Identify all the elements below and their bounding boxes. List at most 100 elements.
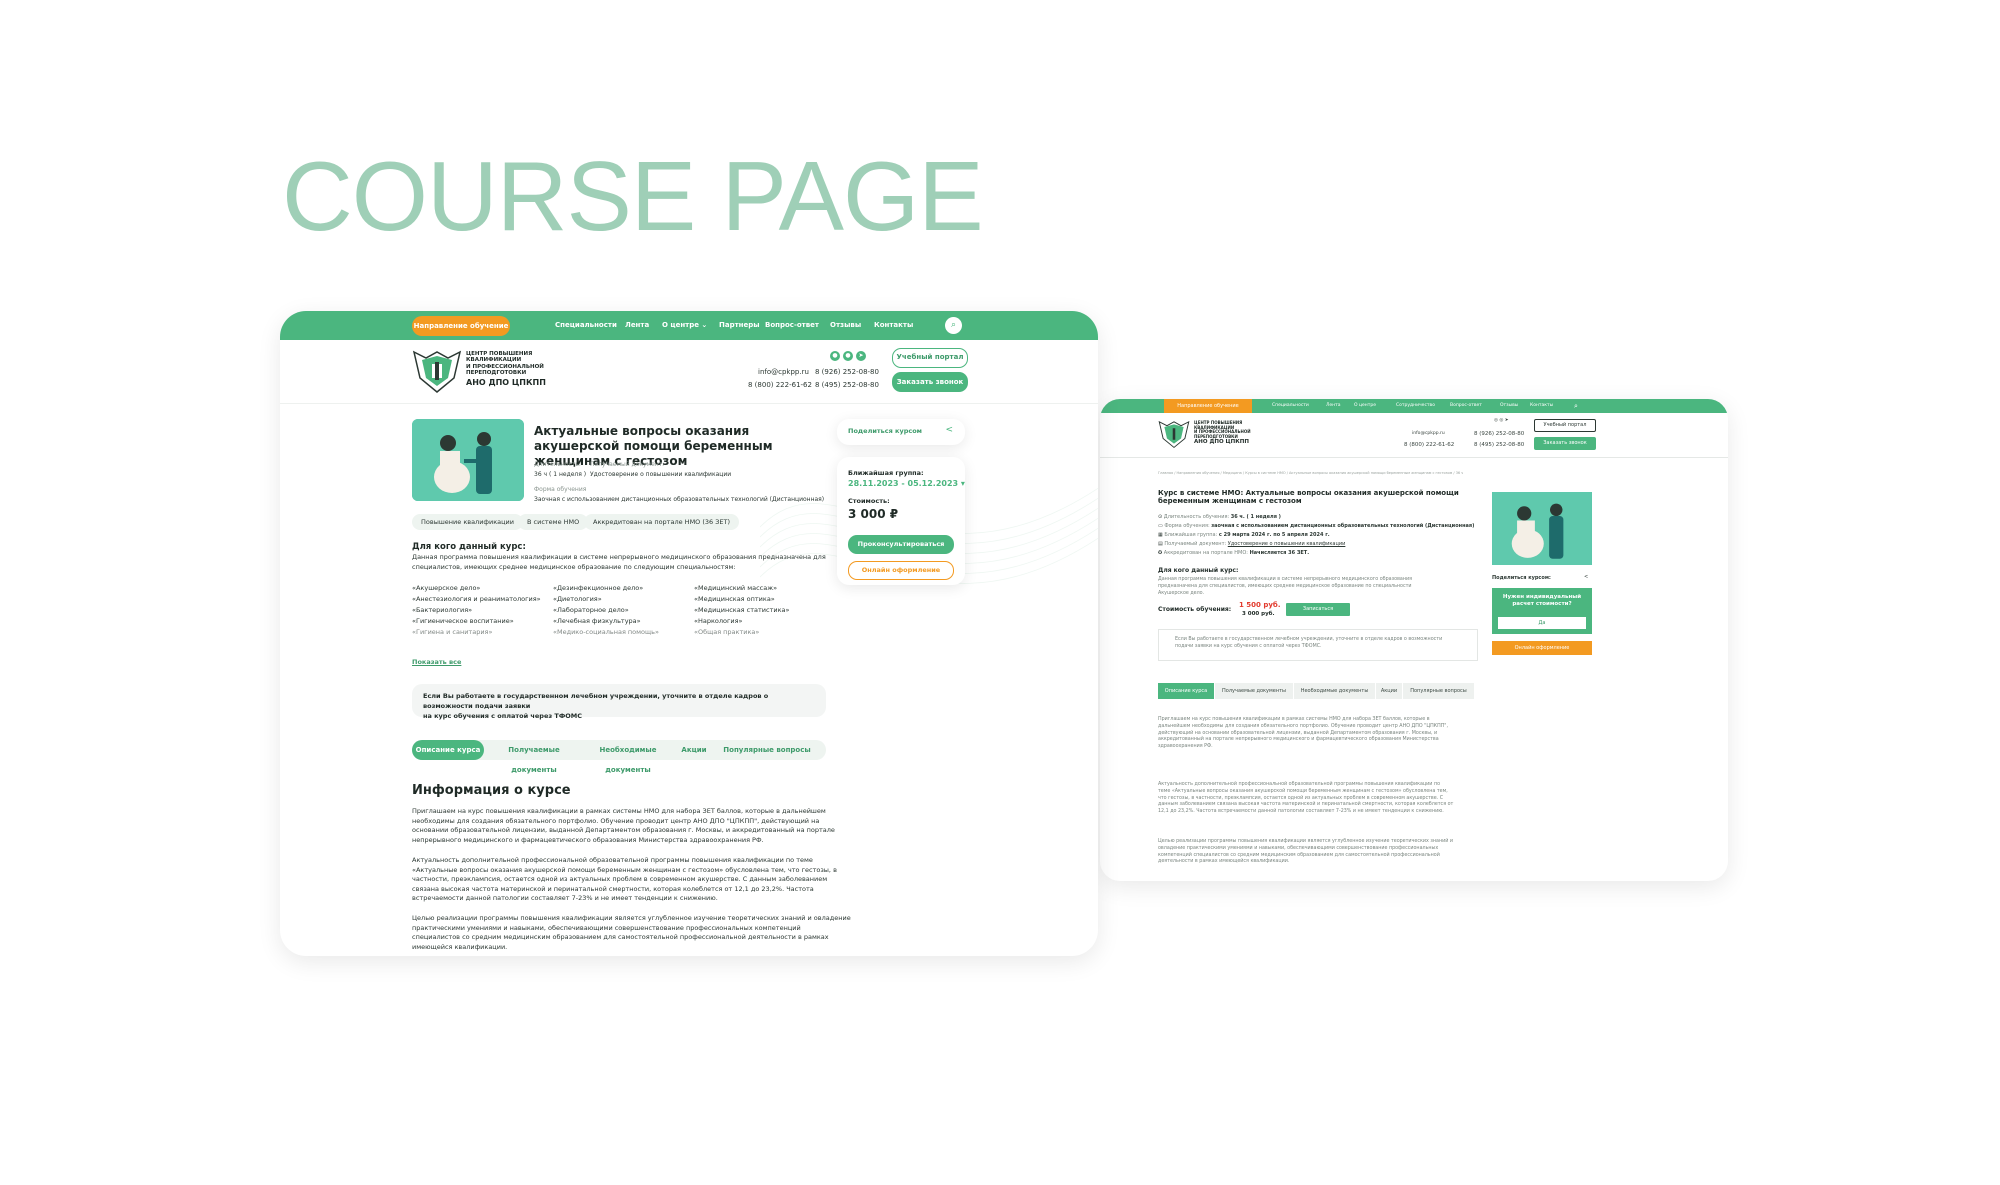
course-title-line: беременным женщинам с гестозом <box>1158 497 1302 505</box>
tab-received-docs[interactable]: Получаемые документы <box>490 740 578 774</box>
nav-reviews[interactable]: Отзывы <box>830 311 861 340</box>
tab-required-docs[interactable]: Необходимые документы <box>580 740 676 774</box>
tab-promotions[interactable]: Акции <box>1376 683 1402 699</box>
phone-2[interactable]: 8 (495) 252-08-80 <box>815 381 879 389</box>
fact-label: Ближайшая группа: <box>1164 532 1218 538</box>
info-line: данным заболеванием связана высокая част… <box>1158 802 1454 808</box>
cost-value: 3 000 ₽ <box>848 507 899 521</box>
info-line: специалистов со средним медицинским обра… <box>412 933 829 941</box>
nav-contacts[interactable]: Контакты <box>1530 399 1553 413</box>
tab-description[interactable]: Описание курса <box>1158 683 1214 699</box>
logo[interactable] <box>1158 419 1190 449</box>
group-dates[interactable]: 28.11.2023 - 05.12.2023 ▾ <box>848 479 965 488</box>
duration-label: Длительность: <box>534 461 581 468</box>
info-paragraph-2: Актуальность дополнительной профессионал… <box>1158 782 1453 816</box>
phone-2[interactable]: 8 (495) 252-08-80 <box>1474 442 1524 448</box>
nav-partners[interactable]: Партнеры <box>719 311 760 340</box>
fact-value[interactable]: Удостоверение о повышении квалификации <box>1228 541 1346 547</box>
logo-line: И ПРОФЕССИОНАЛЬНОЙ <box>466 363 544 370</box>
phone-free[interactable]: 8 (800) 222-61-62 <box>1404 442 1454 448</box>
share-icon[interactable]: < <box>945 425 953 435</box>
group-dates-value: 28.11.2023 - 05.12.2023 <box>848 479 959 488</box>
phone-free[interactable]: 8 (800) 222-61-62 <box>748 381 812 389</box>
audience-text-line: Данная программа повышения квалификации … <box>412 553 826 561</box>
shield-logo-icon <box>1158 420 1190 449</box>
breadcrumb[interactable]: Главная / Направления обучения / Медицин… <box>1158 471 1463 475</box>
fact-label: Аккредитован на портале НМО: <box>1163 550 1248 556</box>
nav-faq[interactable]: Вопрос-ответ <box>1450 399 1482 413</box>
nav-about[interactable]: О центре ⌄ <box>662 311 707 340</box>
direction-button[interactable]: Направление обучение <box>412 316 510 336</box>
enroll-button[interactable]: Записаться <box>1286 603 1350 616</box>
calc-yes-button[interactable]: Да <box>1498 617 1586 629</box>
tab-faq[interactable]: Популярные вопросы <box>1403 683 1474 699</box>
info-line: «Актуальные вопросы оказания акушерской … <box>412 865 837 874</box>
online-enroll-button[interactable]: Онлайн оформление <box>848 561 954 580</box>
nav-specialties[interactable]: Специальности <box>1272 399 1309 413</box>
tag-chip[interactable]: Аккредитован на портале НМО (36 ЗЕТ) <box>584 514 740 530</box>
spec-item: «Диетология» <box>553 595 602 603</box>
redesign-page-mockup: Направление обучение Специальности Лента… <box>280 311 1098 956</box>
nav-specialties[interactable]: Специальности <box>555 311 617 340</box>
info-line: Актуальность дополнительной профессионал… <box>1158 782 1441 787</box>
audience-text: Данная программа повышения квалификации … <box>1158 577 1412 597</box>
nearest-group-label: Ближайшая группа: <box>848 469 924 477</box>
email-link[interactable]: info@cpkpp.ru <box>1412 431 1445 436</box>
header-divider <box>280 403 1098 404</box>
tab-required-docs[interactable]: Необходимые документы <box>1294 683 1375 699</box>
search-icon[interactable]: ⌕ <box>945 317 962 334</box>
nav-contacts[interactable]: Контакты <box>874 311 913 340</box>
email-link[interactable]: info@cpkpp.ru <box>758 368 809 376</box>
telegram-icon[interactable]: ➤ <box>856 351 866 361</box>
info-line: связана высокая частота материнской и пе… <box>412 884 814 893</box>
info-line: встречаемости данной патологии составляе… <box>412 894 718 902</box>
nav-reviews[interactable]: Отзывы <box>1500 399 1518 413</box>
logo[interactable] <box>412 348 462 394</box>
direction-button[interactable]: Направление обучение <box>1164 399 1252 413</box>
portal-button[interactable]: Учебный портал <box>892 348 968 368</box>
nav-feed[interactable]: Лента <box>625 311 649 340</box>
tab-promotions[interactable]: Акции <box>680 740 708 760</box>
nav-cooperation[interactable]: Сотрудничество <box>1396 399 1435 413</box>
portal-button[interactable]: Учебный портал <box>1534 419 1596 432</box>
vk-icon[interactable]: ● <box>830 351 840 361</box>
tag-chip[interactable]: Повышение квалификации <box>412 514 523 530</box>
shield-logo-icon <box>412 350 462 393</box>
notice-line: Если Вы работаете в государственном лече… <box>423 692 769 710</box>
notice-line: подачи заявки на курс обучения с оплатой… <box>1175 643 1322 649</box>
share-label: Поделиться курсом <box>848 427 922 435</box>
share-icon[interactable]: < <box>1584 574 1588 580</box>
spec-item: «Анестезиология и реаниматология» <box>412 595 541 603</box>
social-icons[interactable]: ◎ ◎ ➤ <box>1494 418 1508 423</box>
tag-chip[interactable]: В системе НМО <box>518 514 589 530</box>
callback-button[interactable]: Заказать звонок <box>1534 437 1596 450</box>
nav-about[interactable]: О центре <box>1354 399 1376 413</box>
online-enroll-button[interactable]: Онлайн оформление <box>1492 641 1592 655</box>
fact-value: заочная с использованием дистанционных о… <box>1211 523 1475 529</box>
consult-button[interactable]: Проконсультироваться <box>848 535 954 554</box>
share-label: Поделиться курсом: <box>1492 575 1551 581</box>
audience-line: Данная программа повышения квалификации … <box>1158 577 1413 582</box>
audience-heading: Для кого данный курс: <box>1158 567 1239 574</box>
logo-text: ЦЕНТР ПОВЫШЕНИЯ КВАЛИФИКАЦИИ И ПРОФЕССИО… <box>1194 420 1251 445</box>
logo-line: КВАЛИФИКАЦИИ <box>466 357 522 364</box>
notice-line: на курс обучения с оплатой через ТФОМС <box>423 712 583 720</box>
spec-item: «Лабораторное дело» <box>553 606 629 614</box>
info-line: 12,1 до 23,2%. Частота встречаемости дан… <box>1158 809 1444 815</box>
nav-feed[interactable]: Лента <box>1326 399 1340 413</box>
info-line: здравоохранения РФ. <box>1158 744 1213 750</box>
whatsapp-icon[interactable]: ● <box>843 351 853 361</box>
nav-faq[interactable]: Вопрос-ответ <box>765 311 819 340</box>
spec-item: «Лечебная физкультура» <box>553 617 641 625</box>
tab-description[interactable]: Описание курса <box>412 740 484 760</box>
search-icon[interactable]: ⌕ <box>1574 399 1578 413</box>
phone-1[interactable]: 8 (926) 252-08-80 <box>1474 431 1524 437</box>
phone-1[interactable]: 8 (926) 252-08-80 <box>815 368 879 376</box>
callback-button[interactable]: Заказать звонок <box>892 372 968 392</box>
share-card[interactable]: Поделиться курсом < <box>837 419 965 445</box>
form-value: Заочная с использованием дистанционных о… <box>534 496 825 503</box>
show-all-link[interactable]: Показать все <box>412 658 461 666</box>
tab-received-docs[interactable]: Получаемые документы <box>1215 683 1293 699</box>
tab-faq[interactable]: Популярные вопросы <box>712 740 822 760</box>
info-line: Целью реализации программы повышения ква… <box>1158 839 1453 844</box>
